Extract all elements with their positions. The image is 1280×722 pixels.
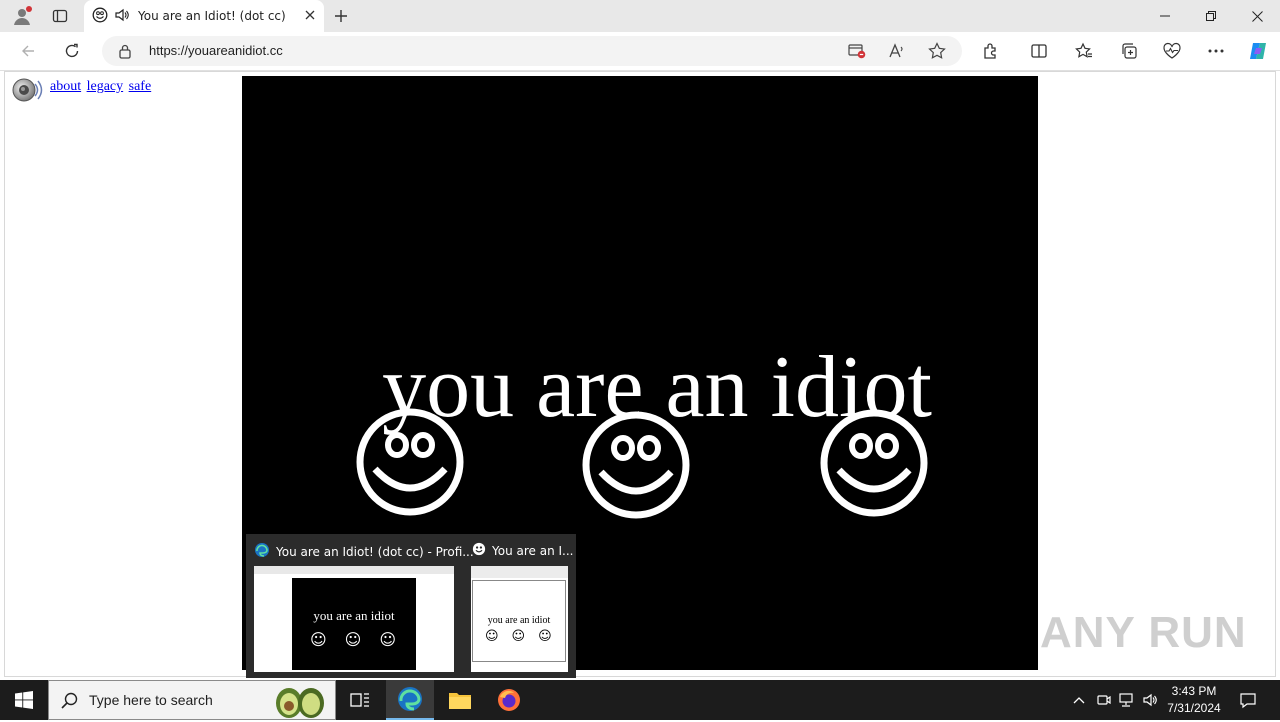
taskbar-clock[interactable]: 3:43 PM 7/31/2024: [1158, 683, 1230, 717]
clock-time: 3:43 PM: [1171, 684, 1217, 698]
volume-icon[interactable]: [1140, 680, 1160, 720]
speaker-icon[interactable]: [11, 76, 43, 108]
firefox-icon: [498, 689, 520, 711]
refresh-icon[interactable]: [58, 37, 86, 65]
extensions-icon[interactable]: [977, 37, 1005, 65]
preview-title-1: You are an Idiot! (dot cc) - Profi...: [276, 544, 474, 559]
avocado-search-highlight-icon: [271, 683, 329, 722]
taskbar-file-explorer[interactable]: [436, 680, 484, 720]
tab-strip: You are an Idiot! (dot cc): [0, 0, 1280, 32]
safe-link[interactable]: safe: [129, 79, 152, 94]
profile-icon[interactable]: [10, 4, 34, 28]
meet-camera-icon[interactable]: [1094, 680, 1114, 720]
taskbar-edge[interactable]: [386, 680, 434, 720]
preview-thumb-text-2: you are an idiot: [487, 615, 551, 626]
smiley-face-icon: [356, 408, 464, 516]
network-icon[interactable]: [1116, 680, 1136, 720]
copilot-icon[interactable]: [1244, 37, 1272, 65]
preview-thumbnail-2: you are an idiot ☺☺☺: [471, 566, 568, 672]
preview-window-2[interactable]: You are an I... you are an idiot ☺☺☺: [460, 534, 576, 678]
show-hidden-icons-chevron-icon[interactable]: [1068, 680, 1090, 720]
preview-title-2: You are an I...: [492, 543, 574, 558]
taskbar-preview: You are an Idiot! (dot cc) - Profi... yo…: [246, 534, 576, 678]
anyrun-watermark: ANY RUN: [1040, 608, 1247, 657]
navigation-bar: https://youareanidiot.cc: [0, 32, 1280, 71]
favorite-star-icon[interactable]: [928, 42, 946, 63]
notifications-icon[interactable]: [1234, 680, 1262, 720]
url-text[interactable]: https://youareanidiot.cc: [149, 43, 283, 58]
clock-date: 7/31/2024: [1167, 701, 1221, 715]
folder-icon: [449, 693, 471, 709]
about-link[interactable]: about: [50, 79, 81, 94]
close-tab-icon[interactable]: [304, 9, 316, 24]
read-aloud-icon[interactable]: [888, 42, 906, 63]
collections-icon[interactable]: [1115, 37, 1143, 65]
windows-taskbar: Type here to search 3:43 PM 7/31/2024: [0, 680, 1280, 720]
taskbar-firefox[interactable]: [485, 680, 533, 720]
task-view-icon[interactable]: [336, 680, 384, 720]
speaker-audio-icon[interactable]: [114, 7, 130, 26]
more-menu-icon[interactable]: [1202, 37, 1230, 65]
split-screen-icon[interactable]: [1025, 37, 1053, 65]
search-icon: [61, 692, 78, 712]
search-placeholder: Type here to search: [89, 692, 213, 708]
smiley-face-icon: [820, 409, 928, 517]
preview-thumb-text-1: you are an idiot: [313, 608, 395, 623]
windows-logo-icon: [15, 691, 33, 709]
blocked-popup-icon[interactable]: [848, 43, 866, 62]
back-icon[interactable]: [14, 37, 42, 65]
smiley-favicon-icon: [472, 542, 486, 559]
tab-actions-icon[interactable]: [48, 4, 72, 28]
taskbar-search-box[interactable]: Type here to search: [48, 680, 336, 720]
page-links: about legacy safe: [50, 79, 153, 95]
lock-icon[interactable]: [118, 43, 132, 62]
close-window-icon[interactable]: [1234, 0, 1280, 32]
browser-essentials-icon[interactable]: [1158, 37, 1186, 65]
restore-icon[interactable]: [1188, 0, 1234, 32]
address-bar[interactable]: https://youareanidiot.cc: [102, 36, 962, 66]
preview-window-1[interactable]: You are an Idiot! (dot cc) - Profi... yo…: [246, 534, 474, 678]
edge-icon: [254, 542, 270, 561]
start-button[interactable]: [0, 680, 48, 720]
new-tab-icon[interactable]: [329, 4, 353, 28]
tab-title: You are an Idiot! (dot cc): [138, 9, 286, 23]
smiley-favicon-icon: [92, 7, 108, 26]
preview-thumbnail-1: you are an idiot ☺☺☺: [254, 566, 454, 672]
tab-active[interactable]: You are an Idiot! (dot cc): [84, 0, 324, 32]
legacy-link[interactable]: legacy: [87, 79, 124, 94]
favorites-icon[interactable]: [1070, 37, 1098, 65]
edge-icon: [398, 687, 422, 711]
minimize-icon[interactable]: [1142, 0, 1188, 32]
smiley-face-icon: [582, 411, 690, 519]
